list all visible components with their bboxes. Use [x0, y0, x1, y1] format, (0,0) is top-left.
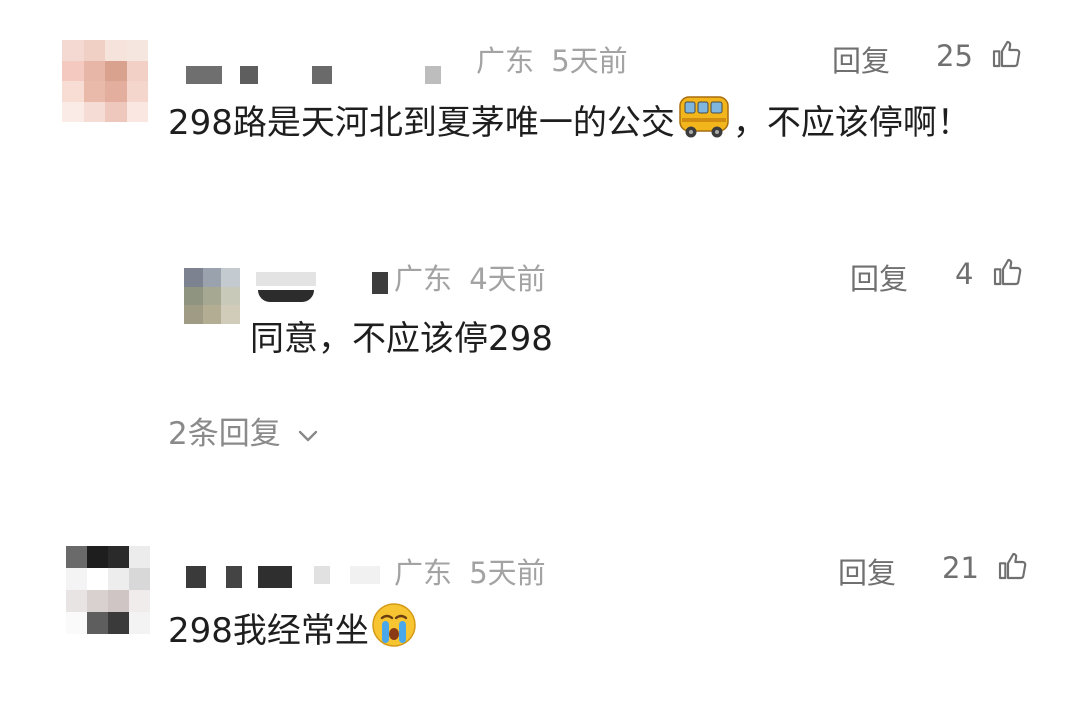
timestamp: 5天前	[469, 556, 546, 590]
region-label: 广东	[394, 262, 453, 296]
thumbs-up-icon	[999, 552, 1027, 580]
more-replies-button[interactable]: 2条回复	[168, 408, 321, 453]
comment-text-part: 298我经常坐	[168, 611, 369, 651]
more-replies-label: 2条回复	[168, 416, 281, 452]
reply-button[interactable]: 回复	[832, 38, 890, 80]
like-count: 4	[955, 257, 974, 291]
reply-text: 同意，不应该停298	[250, 319, 553, 359]
thumbs-up-icon	[993, 40, 1021, 68]
avatar[interactable]	[184, 268, 240, 324]
region-label: 广东	[476, 44, 535, 78]
like-button[interactable]: 21	[942, 550, 1028, 585]
crying-face-icon	[372, 603, 416, 647]
reply-button[interactable]: 回复	[850, 256, 908, 298]
bus-icon	[679, 96, 729, 138]
like-button[interactable]: 25	[936, 38, 1022, 73]
thumbs-up-icon	[993, 258, 1021, 286]
comment-text-part: 298路是天河北到夏茅唯一的公交	[168, 103, 675, 143]
avatar[interactable]	[62, 40, 148, 122]
region-label: 广东	[394, 556, 453, 590]
like-count: 25	[936, 39, 973, 73]
comment-text: 298路是天河北到夏茅唯一的公交 ，不应该停啊！	[168, 94, 1028, 152]
comment-text: 298我经常坐	[168, 602, 419, 660]
timestamp: 4天前	[469, 262, 546, 296]
like-button[interactable]: 4	[955, 256, 1023, 291]
like-count: 21	[942, 551, 979, 585]
avatar[interactable]	[66, 546, 150, 634]
comment-text-part: ，不应该停啊！	[732, 103, 971, 143]
reply-button[interactable]: 回复	[838, 550, 896, 592]
chevron-down-icon	[298, 430, 317, 442]
timestamp: 5天前	[551, 44, 628, 78]
